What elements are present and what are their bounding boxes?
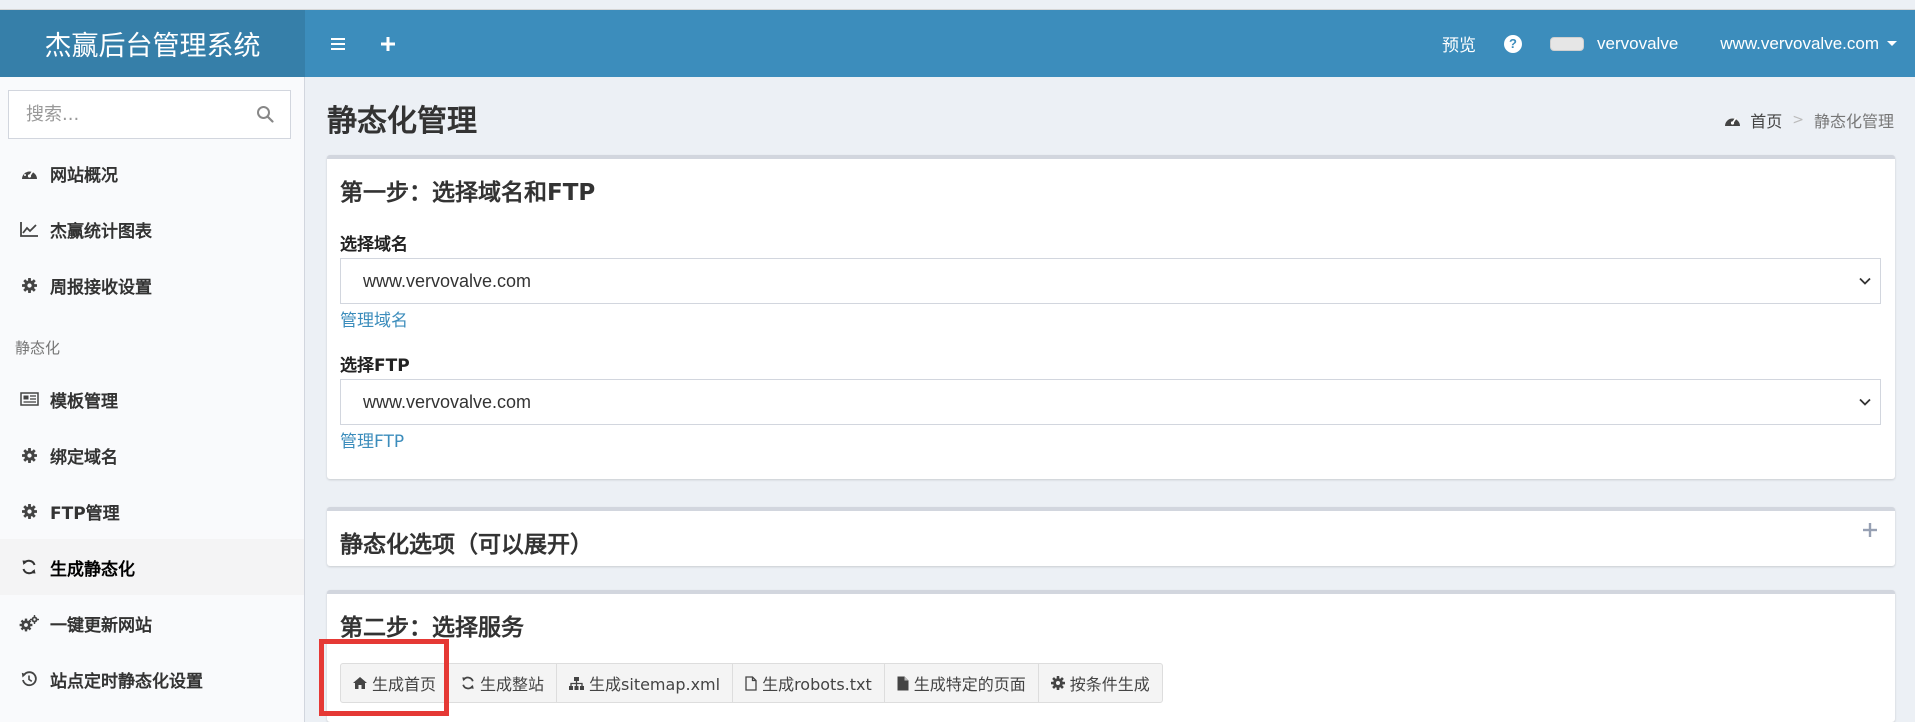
avatar xyxy=(1550,36,1585,51)
generate-full-site-button[interactable]: 生成整站 xyxy=(449,664,558,702)
file-icon xyxy=(897,676,909,691)
generate-homepage-button[interactable]: 生成首页 xyxy=(341,664,450,702)
gear-icon xyxy=(19,275,39,295)
generate-by-condition-button[interactable]: 按条件生成 xyxy=(1039,664,1162,702)
newspaper-icon xyxy=(19,389,39,409)
line-chart-icon xyxy=(19,219,39,239)
breadcrumb-home-label: 首页 xyxy=(1750,112,1783,131)
ftp-select[interactable]: www.vervovalve.com xyxy=(340,379,1881,425)
logo-text: 杰赢后台管理系统 xyxy=(44,31,261,62)
sidebar-item-scheduled-static[interactable]: 站点定时静态化设置 xyxy=(0,651,304,707)
site-dropdown[interactable]: www.vervovalve.com xyxy=(1706,10,1915,77)
breadcrumb-current: 静态化管理 xyxy=(1813,112,1894,131)
app-logo[interactable]: 杰赢后台管理系统 xyxy=(0,10,305,77)
breadcrumb-home-link[interactable]: 首页 xyxy=(1724,108,1782,132)
button-label: 生成sitemap.xml xyxy=(589,675,721,694)
help-button[interactable]: ? xyxy=(1490,10,1536,77)
sidebar: 网站概况 杰赢统计图表 周报接收设置 静态化 模板管理 绑定域名 FTP管理 生… xyxy=(0,77,305,722)
sidebar-item-templates[interactable]: 模板管理 xyxy=(0,371,304,427)
sidebar-item-generate-static[interactable]: 生成静态化 xyxy=(0,539,304,595)
button-label: 生成特定的页面 xyxy=(913,675,1026,694)
button-label: 按条件生成 xyxy=(1069,675,1150,694)
user-menu[interactable]: vervovalve xyxy=(1536,10,1706,77)
question-icon: ? xyxy=(1504,34,1523,53)
gears-icon xyxy=(19,613,39,633)
refresh-icon xyxy=(19,557,39,577)
step1-box: 第一步：选择域名和FTP 选择域名 www.vervovalve.com 管理域… xyxy=(327,155,1895,479)
breadcrumb-separator: > xyxy=(1792,112,1804,128)
options-box[interactable]: 静态化选项（可以展开） xyxy=(327,507,1895,566)
chevron-down-icon xyxy=(1859,277,1871,285)
sidebar-item-label: FTP管理 xyxy=(50,503,120,524)
step2-title: 第二步：选择服务 xyxy=(340,615,524,641)
top-navbar: 预览 ? vervovalve www.vervovalve.com xyxy=(305,10,1915,77)
hamburger-icon xyxy=(331,37,345,50)
add-tab-button[interactable] xyxy=(363,10,413,77)
service-button-group: 生成首页 生成整站 生成sitemap.xml 生成robots.txt 生成特… xyxy=(340,663,1163,703)
gear-icon xyxy=(19,445,39,465)
expand-plus-icon[interactable] xyxy=(1863,523,1877,537)
plus-icon xyxy=(381,36,395,51)
file-outline-icon xyxy=(745,675,757,691)
sidebar-item-label: 周报接收设置 xyxy=(50,277,152,298)
sidebar-item-label: 网站概况 xyxy=(50,165,118,186)
button-label: 生成首页 xyxy=(372,675,437,694)
search-input[interactable] xyxy=(9,104,249,125)
gear-icon xyxy=(1050,676,1065,690)
search-icon[interactable] xyxy=(256,105,274,123)
ftp-label: 选择FTP xyxy=(340,356,410,376)
navbar-right: 预览 ? vervovalve www.vervovalve.com xyxy=(1428,10,1915,77)
sidebar-item-label: 杰赢统计图表 xyxy=(50,221,152,242)
step2-box: 第二步：选择服务 生成首页 生成整站 生成sitemap.xml 生成robot… xyxy=(327,590,1895,722)
preview-label: 预览 xyxy=(1442,36,1477,55)
generate-specific-page-button[interactable]: 生成特定的页面 xyxy=(885,664,1039,702)
button-label: 生成robots.txt xyxy=(762,675,872,694)
sidebar-toggle-button[interactable] xyxy=(313,10,363,77)
sidebar-item-bind-domain[interactable]: 绑定域名 xyxy=(0,427,304,483)
gear-icon xyxy=(19,501,39,521)
dashboard-icon xyxy=(1725,117,1741,126)
sidebar-item-stats-chart[interactable]: 杰赢统计图表 xyxy=(0,201,304,257)
step1-title: 第一步：选择域名和FTP xyxy=(340,180,596,206)
manage-ftp-link[interactable]: 管理FTP xyxy=(340,427,404,452)
ftp-select-value: www.vervovalve.com xyxy=(363,391,532,412)
page-title: 静态化管理 xyxy=(327,104,477,139)
button-label: 生成整站 xyxy=(480,675,545,694)
sidebar-item-weekly-report[interactable]: 周报接收设置 xyxy=(0,257,304,313)
site-name: www.vervovalve.com xyxy=(1720,33,1879,53)
sidebar-item-label: 模板管理 xyxy=(50,391,118,412)
window-top-strip xyxy=(0,0,1915,10)
options-title: 静态化选项（可以展开） xyxy=(340,532,593,558)
dashboard-icon xyxy=(19,163,39,183)
history-icon xyxy=(19,669,39,689)
generate-robots-button[interactable]: 生成robots.txt xyxy=(733,664,885,702)
home-icon xyxy=(353,677,367,689)
caret-down-icon xyxy=(1887,41,1897,46)
sidebar-item-label: 一键更新网站 xyxy=(50,615,152,636)
sidebar-item-label: 站点定时静态化设置 xyxy=(50,671,203,692)
manage-domain-link[interactable]: 管理域名 xyxy=(340,306,408,331)
sidebar-section-header: 静态化 xyxy=(15,339,61,357)
sitemap-icon xyxy=(569,676,585,690)
refresh-icon xyxy=(461,676,475,690)
sidebar-search xyxy=(8,90,291,139)
sidebar-item-overview[interactable]: 网站概况 xyxy=(0,145,304,201)
username: vervovalve xyxy=(1597,33,1679,53)
domain-select-value: www.vervovalve.com xyxy=(363,270,532,291)
sidebar-item-ftp[interactable]: FTP管理 xyxy=(0,483,304,539)
domain-select[interactable]: www.vervovalve.com xyxy=(340,258,1881,304)
sidebar-item-label: 生成静态化 xyxy=(50,559,135,580)
breadcrumb: 首页 > 静态化管理 xyxy=(1724,108,1894,132)
domain-label: 选择域名 xyxy=(340,235,408,255)
sidebar-item-label: 绑定域名 xyxy=(50,447,118,468)
generate-sitemap-button[interactable]: 生成sitemap.xml xyxy=(557,664,734,702)
chevron-down-icon xyxy=(1859,398,1871,406)
preview-link[interactable]: 预览 xyxy=(1428,10,1490,77)
sidebar-item-update-site[interactable]: 一键更新网站 xyxy=(0,595,304,651)
